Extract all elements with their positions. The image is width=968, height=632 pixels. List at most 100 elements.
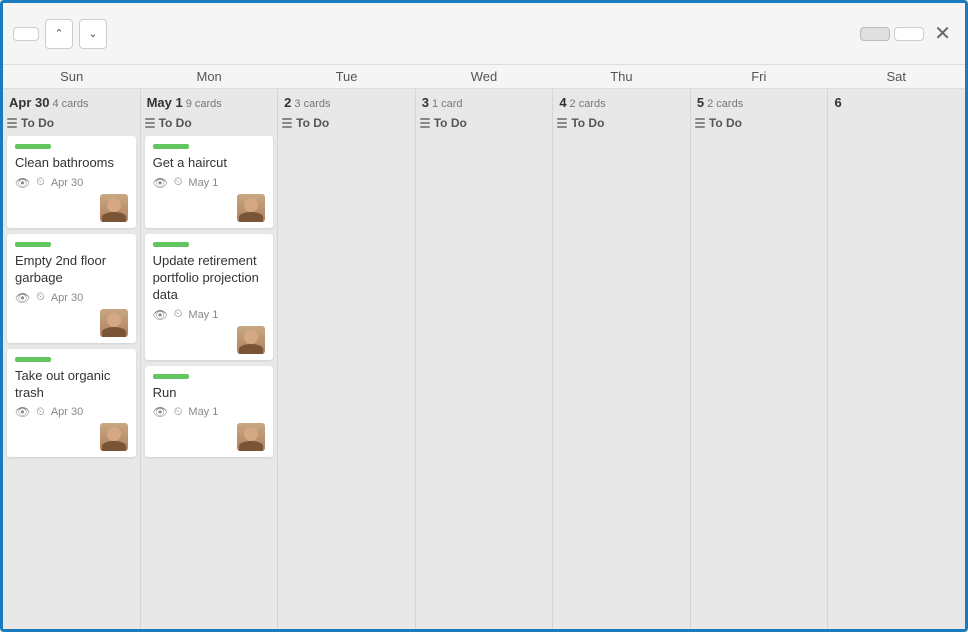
card[interactable]: Get a haircut 👁 ⏲ May 1 bbox=[145, 136, 274, 228]
eye-icon: 👁 bbox=[15, 291, 30, 305]
card[interactable]: Update retirement portfolio projection d… bbox=[145, 234, 274, 360]
day-number: 3 bbox=[422, 95, 429, 110]
day-header-tue: Tue bbox=[278, 69, 415, 84]
app-container: ⌃ ⌄ ✕ SunMonTueWedThuFriSat Apr 304 card… bbox=[0, 0, 968, 632]
week-view-button[interactable] bbox=[860, 27, 890, 41]
prev-button[interactable]: ⌃ bbox=[45, 19, 73, 49]
card-date: May 1 bbox=[188, 309, 218, 321]
day-col-header-1: May 19 cards bbox=[145, 95, 274, 110]
calendar-grid: Apr 304 cards To Do Clean bathrooms 👁 ⏲ Apr 3… bbox=[3, 89, 965, 629]
card-date: Apr 30 bbox=[51, 177, 83, 189]
day-col-1: May 19 cardsTo DoGet a haircut👁⏲May 1Upd… bbox=[141, 89, 279, 629]
list-icon bbox=[557, 118, 567, 128]
day-header-mon: Mon bbox=[140, 69, 277, 84]
day-col-0: Apr 304 cards To Do Clean bathrooms 👁 ⏲ Apr 3… bbox=[3, 89, 141, 629]
list-label: To Do bbox=[695, 116, 824, 130]
clock-icon: ⏲ bbox=[36, 176, 45, 189]
list-label: To Do bbox=[145, 116, 274, 130]
list-icon bbox=[7, 118, 17, 128]
card-footer bbox=[153, 326, 266, 354]
card-count: 1 card bbox=[432, 98, 463, 110]
card-label-bar bbox=[153, 144, 189, 149]
day-col-4: 4 2 cards To Do bbox=[553, 89, 691, 629]
clock-icon: ⏲ bbox=[174, 176, 183, 189]
day-col-header-0: Apr 304 cards bbox=[7, 95, 136, 110]
card-title: Run bbox=[153, 385, 266, 402]
clock-icon: ⏲ bbox=[174, 308, 183, 321]
card-footer bbox=[153, 423, 266, 451]
list-icon bbox=[145, 118, 155, 128]
day-headers-row: SunMonTueWedThuFriSat bbox=[3, 65, 965, 89]
list-label-text: To Do bbox=[709, 116, 742, 130]
card[interactable]: Empty 2nd floor garbage👁⏲Apr 30 bbox=[7, 234, 136, 343]
card-count: 2 cards bbox=[570, 98, 606, 110]
card-footer bbox=[15, 309, 128, 337]
list-icon bbox=[282, 118, 292, 128]
card-meta: 👁 ⏲ May 1 bbox=[153, 176, 266, 190]
avatar bbox=[237, 423, 265, 451]
avatar bbox=[100, 194, 128, 222]
day-col-header-5: 52 cards bbox=[695, 95, 824, 110]
clock-icon: ⏲ bbox=[174, 406, 183, 419]
card-count: 2 cards bbox=[707, 98, 743, 110]
avatar bbox=[237, 194, 265, 222]
card-date: May 1 bbox=[188, 177, 218, 189]
view-toggle bbox=[860, 27, 924, 41]
day-number: 4 bbox=[559, 95, 566, 110]
day-col-5: 52 cards To Do bbox=[691, 89, 829, 629]
list-label-text: To Do bbox=[21, 116, 54, 130]
card-count: 3 cards bbox=[294, 98, 330, 110]
next-button[interactable]: ⌄ bbox=[79, 19, 107, 49]
eye-icon: 👁 bbox=[15, 176, 30, 190]
card-footer bbox=[15, 423, 128, 451]
card[interactable]: Take out organic trash 👁⏲Apr 30 bbox=[7, 349, 136, 458]
list-label-text: To Do bbox=[159, 116, 192, 130]
card-title: Take out organic trash bbox=[15, 368, 128, 402]
day-number: 5 bbox=[697, 95, 704, 110]
eye-icon: 👁 bbox=[15, 405, 30, 419]
list-label: To Do bbox=[282, 116, 411, 130]
day-header-fri: Fri bbox=[690, 69, 827, 84]
card[interactable]: Run 👁 ⏲ May 1 bbox=[145, 366, 274, 458]
card-date: Apr 30 bbox=[51, 406, 83, 418]
day-header-thu: Thu bbox=[553, 69, 690, 84]
card-label-bar bbox=[15, 242, 51, 247]
card-meta: 👁 ⏲ May 1 bbox=[153, 308, 266, 322]
card-date: May 1 bbox=[188, 406, 218, 418]
card-date: Apr 30 bbox=[51, 292, 83, 304]
day-header-wed: Wed bbox=[415, 69, 552, 84]
day-header-sat: Sat bbox=[828, 69, 965, 84]
card-label-bar bbox=[15, 144, 51, 149]
avatar bbox=[100, 309, 128, 337]
day-col-3: 31 card To Do bbox=[416, 89, 554, 629]
card-count: 9 cards bbox=[186, 98, 222, 110]
card[interactable]: Clean bathrooms 👁 ⏲ Apr 30 bbox=[7, 136, 136, 228]
day-number: May 1 bbox=[147, 95, 183, 110]
day-col-6: 6 bbox=[828, 89, 965, 629]
day-header-sun: Sun bbox=[3, 69, 140, 84]
list-label-text: To Do bbox=[296, 116, 329, 130]
card-footer bbox=[153, 194, 266, 222]
day-col-header-6: 6 bbox=[832, 95, 961, 110]
today-button[interactable] bbox=[13, 27, 39, 41]
list-label-text: To Do bbox=[434, 116, 467, 130]
eye-icon: 👁 bbox=[153, 405, 168, 419]
card-title: Get a haircut bbox=[153, 155, 266, 172]
card-meta: 👁⏲Apr 30 bbox=[15, 405, 128, 419]
card-meta: 👁 ⏲ May 1 bbox=[153, 405, 266, 419]
avatar bbox=[237, 326, 265, 354]
eye-icon: 👁 bbox=[153, 176, 168, 190]
eye-icon: 👁 bbox=[153, 308, 168, 322]
list-icon bbox=[420, 118, 430, 128]
day-col-header-2: 23 cards bbox=[282, 95, 411, 110]
clock-icon: ⏲ bbox=[36, 291, 45, 304]
list-label: To Do bbox=[557, 116, 686, 130]
close-button[interactable]: ✕ bbox=[930, 21, 955, 46]
month-view-button[interactable] bbox=[894, 27, 924, 41]
card-meta: 👁 ⏲ Apr 30 bbox=[15, 176, 128, 190]
card-label-bar bbox=[153, 374, 189, 379]
card-footer bbox=[15, 194, 128, 222]
list-icon bbox=[695, 118, 705, 128]
card-title: Clean bathrooms bbox=[15, 155, 128, 172]
header: ⌃ ⌄ ✕ bbox=[3, 3, 965, 65]
